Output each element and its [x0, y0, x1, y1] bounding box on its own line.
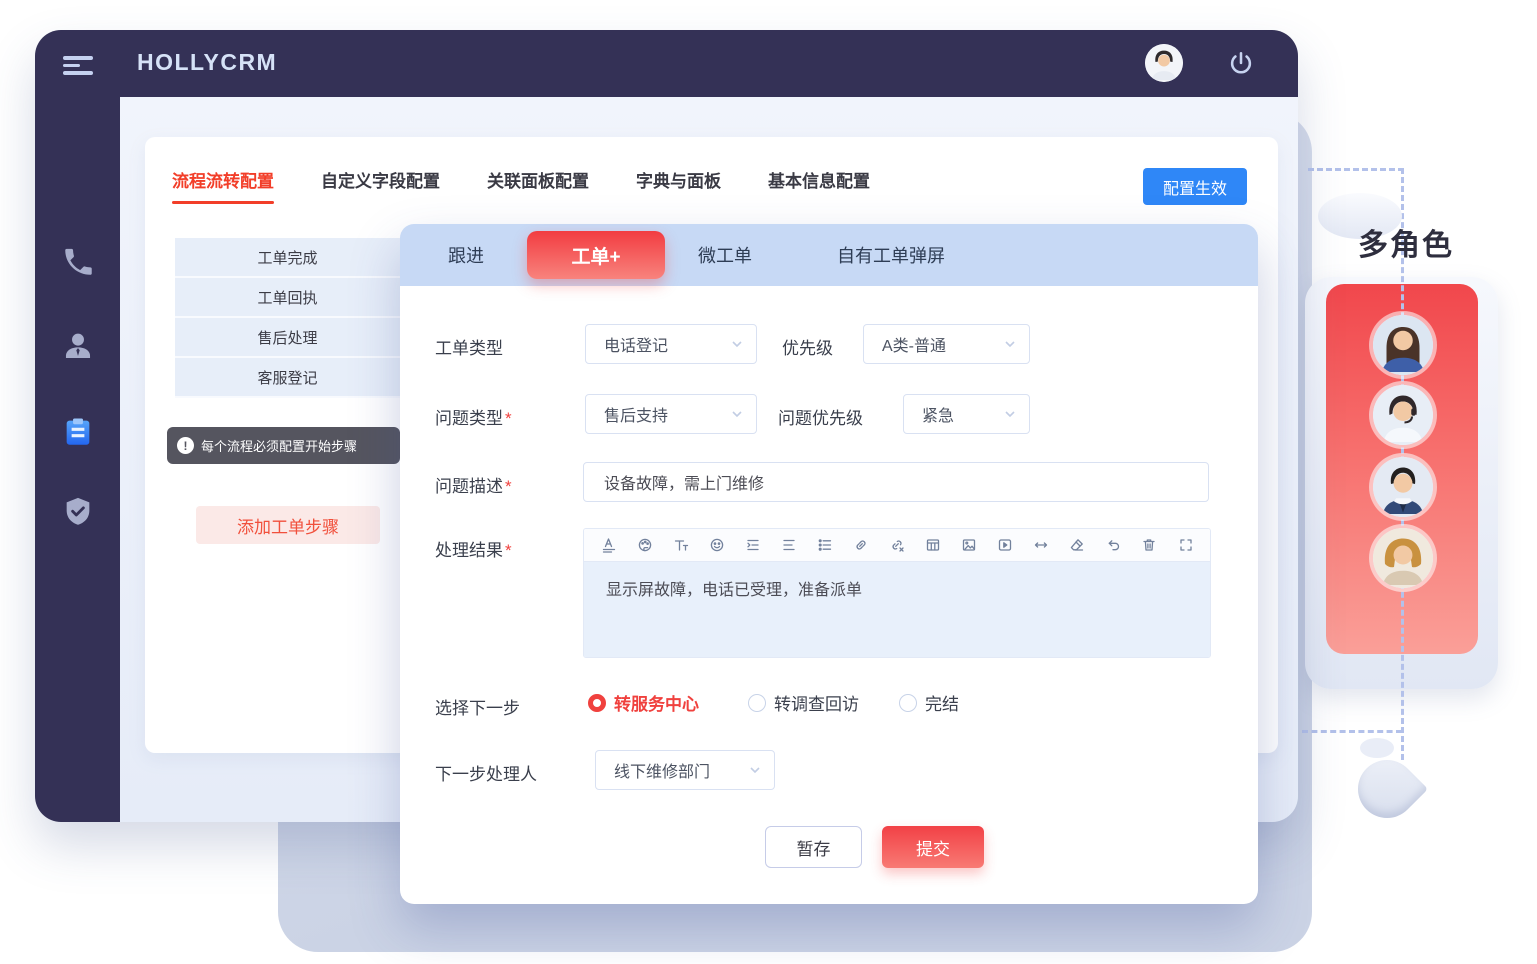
indent-icon[interactable] [744, 537, 761, 554]
logout-power-icon[interactable] [1227, 50, 1255, 78]
ticket-clipboard-icon[interactable] [61, 415, 95, 449]
priority-label: 优先级 [782, 334, 833, 359]
config-tabbar: 流程流转配置 自定义字段配置 关联面板配置 字典与面板 基本信息配置 [172, 167, 870, 192]
exclamation-icon: ! [177, 437, 194, 454]
issue-desc-label: 问题描述* [435, 472, 512, 497]
fullscreen-icon[interactable] [1177, 537, 1194, 554]
result-editor-body[interactable]: 显示屏故障，电话已受理，准备派单 [584, 562, 1210, 657]
emoji-icon[interactable] [708, 537, 725, 554]
tab-linked-panel-config[interactable]: 关联面板配置 [487, 167, 589, 192]
issue-desc-input[interactable]: 设备故障，需上门维修 [583, 462, 1209, 502]
customer-icon[interactable] [61, 329, 95, 363]
brand-logo: HOLLYCRM [137, 49, 277, 76]
table-icon[interactable] [925, 537, 942, 554]
cloud-decoration-small [1360, 738, 1394, 758]
tab-dictionary-panel[interactable]: 字典与面板 [636, 167, 721, 192]
chevron-down-icon [730, 407, 744, 421]
priority-select[interactable]: A类-普通 [863, 324, 1030, 364]
radio-selected-icon [588, 694, 606, 712]
app-header: HOLLYCRM [35, 30, 1298, 97]
list-item-service-register[interactable]: 客服登记 [175, 358, 400, 398]
radio-transfer-service-center[interactable]: 转服务中心 [588, 690, 699, 715]
chevron-down-icon [748, 763, 762, 777]
dashed-connector-top [1308, 168, 1404, 171]
warning-text: 每个流程必须配置开始步骤 [201, 436, 357, 455]
add-step-button[interactable]: 添加工单步骤 [196, 506, 380, 544]
editor-toolbar [584, 529, 1210, 562]
eraser-icon[interactable] [1069, 537, 1086, 554]
chevron-down-icon [1003, 337, 1017, 351]
text-style-icon[interactable] [600, 537, 617, 554]
tab-ticket-plus[interactable]: 工单+ [527, 231, 665, 279]
image-icon[interactable] [961, 537, 978, 554]
issue-priority-label: 问题优先级 [778, 404, 863, 429]
save-draft-button[interactable]: 暂存 [765, 826, 862, 868]
tab-own-ticket-popup[interactable]: 自有工单弹屏 [837, 224, 945, 286]
link-icon[interactable] [852, 537, 869, 554]
undo-icon[interactable] [1105, 537, 1122, 554]
result-rich-editor[interactable]: 显示屏故障，电话已受理，准备派单 [583, 528, 1211, 658]
list-item-ticket-complete[interactable]: 工单完成 [175, 238, 400, 278]
user-avatar[interactable] [1145, 44, 1183, 82]
dashed-connector-bottom [1302, 730, 1402, 733]
radio-transfer-survey-callback[interactable]: 转调查回访 [748, 690, 859, 715]
role-avatar-agent3 [1373, 457, 1433, 517]
result-label: 处理结果* [435, 536, 512, 561]
ticket-type-label: 工单类型 [435, 334, 503, 359]
tab-basic-info-config[interactable]: 基本信息配置 [768, 167, 870, 192]
chevron-down-icon [1003, 407, 1017, 421]
menu-toggle-icon[interactable] [63, 56, 93, 75]
modal-tabbar: 跟进 工单+ 微工单 自有工单弹屏 [400, 224, 1258, 286]
divider-icon[interactable] [1033, 537, 1050, 554]
radio-unselected-icon [748, 694, 766, 712]
radio-finish[interactable]: 完结 [899, 690, 959, 715]
tab-custom-field-config[interactable]: 自定义字段配置 [321, 167, 440, 192]
submit-button[interactable]: 提交 [882, 826, 984, 868]
workflow-step-list: 工单完成 工单回执 售后处理 客服登记 [175, 238, 400, 398]
list-icon[interactable] [816, 537, 833, 554]
ticket-modal: 跟进 工单+ 微工单 自有工单弹屏 工单类型 电话登记 优先级 A类-普通 问题… [400, 224, 1258, 904]
line-height-icon[interactable] [780, 537, 797, 554]
next-handler-label: 下一步处理人 [435, 760, 537, 785]
video-icon[interactable] [997, 537, 1014, 554]
role-avatar-agent4 [1373, 528, 1433, 588]
tab-micro-ticket[interactable]: 微工单 [698, 224, 752, 286]
next-handler-select[interactable]: 线下维修部门 [595, 750, 775, 790]
ticket-type-select[interactable]: 电话登记 [585, 324, 757, 364]
list-item-aftersales-handling[interactable]: 售后处理 [175, 318, 400, 358]
list-item-ticket-receipt[interactable]: 工单回执 [175, 278, 400, 318]
multi-role-label: 多角色 [1358, 220, 1454, 264]
tab-follow-up[interactable]: 跟进 [448, 224, 484, 286]
issue-type-select[interactable]: 售后支持 [585, 394, 757, 434]
issue-priority-select[interactable]: 紧急 [903, 394, 1030, 434]
unlink-icon[interactable] [889, 537, 906, 554]
next-step-label: 选择下一步 [435, 694, 520, 719]
role-avatar-agent2 [1373, 385, 1433, 445]
apply-config-button[interactable]: 配置生效 [1143, 168, 1247, 205]
chevron-down-icon [730, 337, 744, 351]
font-size-icon[interactable] [672, 537, 689, 554]
palette-icon[interactable] [636, 537, 653, 554]
role-avatar-agent1 [1373, 315, 1433, 375]
tab-process-flow-config[interactable]: 流程流转配置 [172, 167, 274, 192]
phone-icon[interactable] [61, 245, 95, 279]
delete-icon[interactable] [1141, 537, 1158, 554]
issue-type-label: 问题类型* [435, 404, 512, 429]
shield-check-icon[interactable] [61, 495, 95, 529]
warning-tooltip: ! 每个流程必须配置开始步骤 [167, 427, 400, 464]
drop-decoration [1346, 748, 1428, 830]
radio-unselected-icon [899, 694, 917, 712]
app-sidebar [35, 97, 120, 822]
